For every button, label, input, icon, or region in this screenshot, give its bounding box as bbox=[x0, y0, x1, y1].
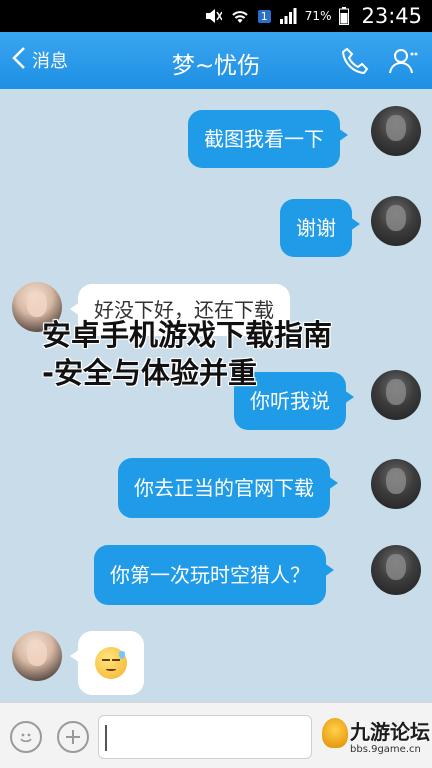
mascot-icon bbox=[322, 718, 348, 748]
overlay-title-line2: -安全与体验并重 bbox=[42, 356, 258, 390]
message-bubble[interactable]: 截图我看一下 bbox=[188, 110, 348, 168]
message-text: 你听我说 bbox=[250, 389, 330, 413]
self-avatar[interactable] bbox=[371, 459, 421, 509]
clock: 23:45 bbox=[361, 4, 422, 28]
more-button[interactable] bbox=[57, 721, 89, 753]
message-bubble[interactable]: 你去正当的官网下载 bbox=[118, 458, 338, 518]
sweat-smile-emoji-icon bbox=[95, 647, 127, 679]
self-avatar[interactable] bbox=[371, 545, 421, 595]
message-bubble[interactable]: 谢谢 bbox=[280, 199, 360, 257]
chat-header: 消息 梦~忧伤 bbox=[0, 32, 432, 89]
wifi-icon bbox=[230, 8, 250, 24]
sim-badge: 1 bbox=[257, 9, 271, 23]
watermark-site: bbs.9game.cn bbox=[350, 744, 421, 755]
status-bar: 1 71% 23:45 bbox=[0, 0, 432, 32]
watermark-logo: 九游论坛 bbs.9game.cn bbox=[322, 712, 430, 764]
signal-icon bbox=[279, 8, 297, 24]
text-cursor bbox=[105, 725, 107, 751]
watermark-brand: 九游论坛 bbox=[350, 720, 430, 744]
chat-area[interactable]: 截图我看一下 谢谢 好没下好，还在下载 你听我说 你去正当的官网下载 你第一次玩… bbox=[0, 89, 432, 702]
overlay-title-line1: 安卓手机游戏下载指南 bbox=[42, 318, 333, 352]
phone-icon[interactable] bbox=[340, 46, 370, 76]
overlay-title: 安卓手机游戏下载指南 -安全与体验并重 bbox=[42, 316, 402, 392]
message-text: 你第一次玩时空猎人？ bbox=[110, 563, 310, 587]
mute-icon bbox=[204, 8, 222, 24]
plus-icon bbox=[66, 730, 80, 744]
self-avatar[interactable] bbox=[371, 196, 421, 246]
message-text: 谢谢 bbox=[296, 216, 336, 240]
emoji-picker-button[interactable] bbox=[10, 721, 42, 753]
message-text: 截图我看一下 bbox=[204, 127, 324, 151]
battery-percent: 71% bbox=[304, 9, 332, 23]
message-bubble[interactable]: 你第一次玩时空猎人？ bbox=[94, 545, 334, 605]
battery-icon bbox=[339, 7, 350, 25]
smiley-icon bbox=[20, 733, 32, 743]
message-input[interactable] bbox=[98, 715, 312, 759]
contact-avatar[interactable] bbox=[12, 631, 62, 681]
profile-icon[interactable] bbox=[388, 46, 418, 76]
self-avatar[interactable] bbox=[371, 106, 421, 156]
message-bubble[interactable] bbox=[70, 631, 144, 695]
message-text: 你去正当的官网下载 bbox=[134, 476, 314, 500]
